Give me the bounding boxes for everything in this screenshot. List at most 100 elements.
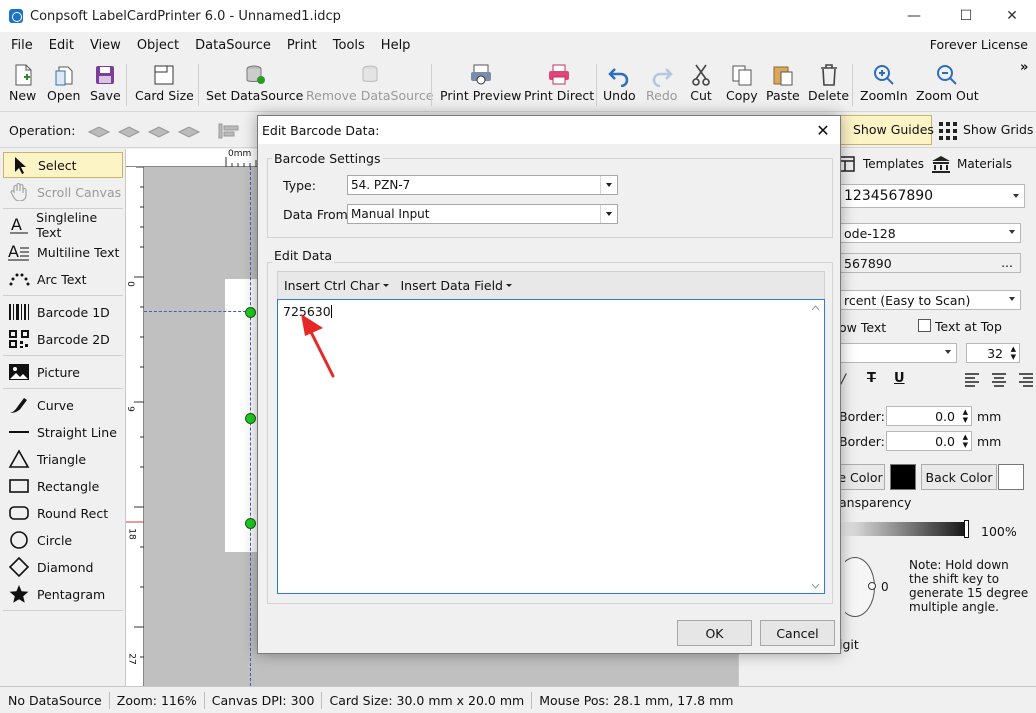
horizontal-guide[interactable] (144, 311, 251, 312)
tool-picture[interactable]: Picture (3, 359, 123, 385)
type-select[interactable]: 54. PZN-7 (347, 175, 618, 195)
text-at-top-checkbox[interactable] (918, 319, 931, 332)
barcode-data-textarea[interactable]: 725630 (277, 299, 825, 594)
zoom-out-button[interactable]: Zoom Out (916, 62, 979, 110)
remove-datasource-button[interactable]: Remove DataSource (306, 62, 433, 110)
type-label: Type: (283, 178, 316, 193)
cancel-button[interactable]: Cancel (760, 620, 835, 646)
vertical-guide[interactable] (250, 167, 251, 686)
fore-color-button[interactable]: e Color (837, 464, 885, 490)
resize-handle-middle[interactable] (245, 413, 256, 424)
tool-circle[interactable]: Circle (3, 527, 123, 553)
rotation-note: Note: Hold down the shift key to generat… (909, 558, 1029, 614)
menu-object[interactable]: Object (129, 38, 187, 53)
transparency-slider-thumb[interactable] (964, 520, 969, 538)
open-button[interactable]: Open (47, 62, 80, 110)
underline-button[interactable]: U (894, 371, 905, 386)
menu-file[interactable]: File (0, 38, 41, 53)
readability-select[interactable]: rcent (Easy to Scan) (839, 290, 1021, 310)
tool-straight-line[interactable]: Straight Line (3, 419, 123, 445)
delete-button[interactable]: Delete (808, 62, 849, 110)
minimize-button[interactable]: — (890, 0, 938, 32)
tool-rectangle[interactable]: Rectangle (3, 473, 123, 499)
title-bar: Conpsoft LabelCardPrinter 6.0 - Unnamed1… (0, 0, 1036, 32)
tool-scroll-canvas[interactable]: Scroll Canvas (3, 179, 123, 205)
right-border-spinner[interactable]: 0.0 ▲ ▼ (886, 431, 972, 451)
tool-diamond[interactable]: Diamond (3, 554, 123, 580)
dialog-close-button[interactable]: ✕ (813, 120, 833, 140)
barcode-type-select[interactable]: ode-128 (839, 223, 1021, 243)
back-color-swatch[interactable] (998, 464, 1024, 490)
close-window-button[interactable]: ✕ (988, 0, 1036, 32)
tool-triangle[interactable]: Triangle (3, 446, 123, 472)
tool-rectangle-label: Rectangle (37, 478, 100, 494)
toolbar-overflow-button[interactable]: » (1020, 60, 1028, 75)
tool-arc-text[interactable]: Arc Text (3, 266, 123, 292)
print-direct-button[interactable]: Print Direct (524, 62, 594, 110)
tool-curve[interactable]: Curve (3, 392, 123, 418)
edit-data-toolbar: Insert Ctrl Char Insert Data Field (277, 271, 825, 299)
rotation-dial-handle[interactable] (868, 582, 876, 590)
tool-round-rect[interactable]: Round Rect (3, 500, 123, 526)
menu-edit[interactable]: Edit (41, 38, 82, 53)
data-from-dropdown-arrow[interactable] (600, 205, 617, 223)
fore-color-swatch[interactable] (890, 464, 916, 490)
cut-button[interactable]: Cut (690, 62, 712, 110)
tool-multiline-text[interactable]: A Multiline Text (3, 239, 123, 265)
ok-button[interactable]: OK (677, 620, 752, 646)
ok-label: OK (705, 625, 724, 641)
data-source-field[interactable]: 567890 ... (839, 253, 1021, 273)
menu-view[interactable]: View (82, 38, 129, 53)
transparency-slider[interactable] (839, 522, 969, 536)
layer-operation-icons[interactable] (86, 120, 256, 142)
type-dropdown-arrow[interactable] (600, 176, 617, 194)
font-size-spinner[interactable]: 32 ▲ ▼ (966, 343, 1020, 363)
insert-data-field-button[interactable]: Insert Data Field (395, 278, 519, 293)
font-select[interactable] (839, 343, 957, 363)
tab-templates[interactable]: Templates (839, 152, 933, 176)
fore-color-label: e Color (838, 469, 883, 485)
show-text-label[interactable]: ow Text (839, 320, 886, 335)
browse-button[interactable]: ... (1001, 255, 1013, 270)
readability-value: rcent (Easy to Scan) (844, 292, 971, 308)
tool-barcode-2d[interactable]: Barcode 2D (3, 326, 123, 352)
redo-button[interactable]: Redo (646, 62, 677, 110)
tab-materials[interactable]: Materials (931, 152, 1031, 176)
new-button[interactable]: New (9, 62, 36, 110)
tool-pentagram[interactable]: Pentagram (3, 581, 123, 607)
zoom-in-icon (872, 62, 896, 88)
set-datasource-button[interactable]: Set DataSource (206, 62, 303, 110)
menu-tools[interactable]: Tools (325, 38, 373, 53)
resize-handle-top[interactable] (245, 307, 256, 318)
tool-scroll-canvas-label: Scroll Canvas (37, 184, 122, 200)
save-button[interactable]: Save (90, 62, 121, 110)
menu-datasource[interactable]: DataSource (187, 38, 279, 53)
undo-button[interactable]: Undo (603, 62, 636, 110)
menu-print[interactable]: Print (279, 38, 325, 53)
barcode-data-field[interactable]: 1234567890 (839, 184, 1025, 208)
left-border-spinner[interactable]: 0.0 ▲ ▼ (886, 406, 972, 426)
copy-button[interactable]: Copy (726, 62, 758, 110)
data-source-value: 567890 (844, 255, 892, 271)
tool-select[interactable]: Select (3, 152, 123, 178)
tool-curve-label: Curve (37, 397, 74, 413)
tool-singleline-text[interactable]: A Singleline Text (3, 210, 123, 240)
strikethrough-button[interactable]: T (867, 371, 876, 386)
back-color-button[interactable]: Back Color (921, 464, 997, 490)
print-preview-button[interactable]: Print Preview (440, 62, 521, 110)
picture-icon (8, 362, 30, 382)
maximize-button[interactable]: ☐ (942, 0, 990, 32)
insert-ctrl-char-button[interactable]: Insert Ctrl Char (278, 278, 395, 293)
tool-diamond-label: Diamond (37, 559, 94, 575)
textarea-scrollbar[interactable] (807, 300, 824, 593)
card-size-button[interactable]: Card Size (135, 62, 194, 110)
zoom-in-button[interactable]: ZoomIn (860, 62, 908, 110)
paste-button[interactable]: Paste (766, 62, 800, 110)
chevron-down-icon (506, 284, 512, 287)
straight-line-icon (8, 422, 30, 442)
show-grids-label[interactable]: Show Grids (963, 122, 1033, 137)
tool-barcode-1d[interactable]: Barcode 1D (3, 299, 123, 325)
menu-help[interactable]: Help (373, 38, 419, 53)
resize-handle-bottom[interactable] (245, 518, 256, 529)
data-from-select[interactable]: Manual Input (347, 204, 618, 224)
